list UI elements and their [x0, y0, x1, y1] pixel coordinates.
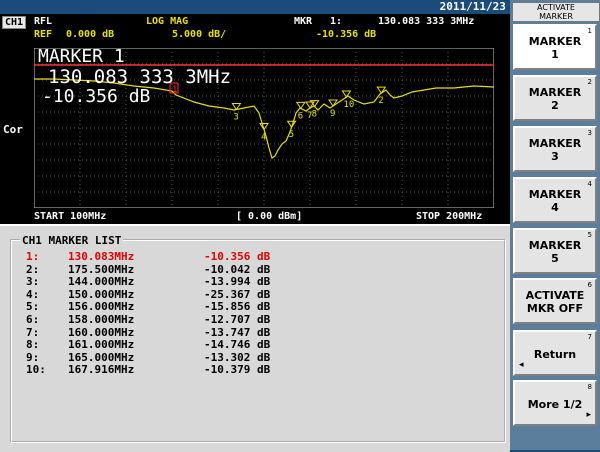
- marker-index: 9:: [26, 350, 40, 364]
- marker-value-big: -10.356 dB: [42, 86, 151, 107]
- softkey-5[interactable]: MARKER 5 5: [513, 228, 597, 274]
- trace-marker-label: 3: [233, 113, 238, 123]
- marker-value: -10.379 dB: [204, 363, 271, 377]
- marker-index: 7:: [26, 325, 40, 339]
- marker-frequency: 130.083MHz: [68, 250, 135, 263]
- marker-frequency: 156.000MHz: [68, 300, 135, 314]
- softkey-4[interactable]: MARKER 4 4: [513, 177, 597, 223]
- trace-marker-label: 8: [312, 110, 317, 120]
- marker-value-readout: -10.356 dB: [316, 29, 377, 40]
- softkey-6[interactable]: ACTIVATE MKR OFF 6: [513, 278, 597, 324]
- marker-frequency: 150.000MHz: [68, 287, 135, 301]
- marker-index: 10:: [26, 363, 46, 377]
- marker-frequency: 144.000MHz: [68, 275, 135, 289]
- softkey-menu-title-line1: ACTIVATE: [537, 3, 575, 12]
- softkey-number: 5: [587, 231, 592, 239]
- channel-tab[interactable]: CH1: [2, 16, 27, 29]
- softkey-label: MARKER 1: [528, 35, 582, 61]
- marker-value: -12.707 dB: [204, 313, 271, 326]
- marker-frequency: 175.500MHz: [68, 262, 135, 276]
- marker-value: -10.042 dB: [204, 262, 271, 276]
- softkey-number: 6: [587, 281, 592, 289]
- power-level: [ 0.00 dBm]: [236, 211, 303, 222]
- marker-index: 5:: [26, 300, 40, 314]
- trace-marker-label: 6: [298, 111, 303, 121]
- marker-index: 2:: [26, 262, 40, 276]
- softkey-menu-title-line2: MARKER: [539, 12, 573, 21]
- stop-frequency: STOP 200MHz: [416, 211, 483, 222]
- marker-label: MKR: [294, 16, 313, 27]
- softkey-label: MARKER 3: [528, 137, 582, 163]
- softkey-number: 4: [587, 180, 592, 188]
- trace-marker-label: 10: [343, 100, 354, 110]
- trace-marker-label: 5: [289, 130, 294, 140]
- marker-index: 8:: [26, 338, 40, 352]
- marker-frequency: 160.000MHz: [68, 325, 135, 339]
- softkey-number: 7: [587, 333, 592, 341]
- trace-marker-label: 4: [261, 133, 266, 143]
- softkey-label: Return: [533, 348, 577, 361]
- softkey-label: MARKER 2: [528, 86, 582, 112]
- softkey-1[interactable]: MARKER 1 1: [513, 24, 597, 70]
- status-strip: [0, 0, 510, 14]
- marker-frequency: 167.916MHz: [68, 363, 135, 377]
- softkey-3[interactable]: MARKER 3 3: [513, 126, 597, 172]
- marker-value: -13.994 dB: [204, 275, 271, 289]
- marker-frequency-big: 130.083 333 3MHz: [48, 66, 232, 88]
- softkey-label: MARKER 4: [528, 188, 582, 214]
- back-arrow-icon: ◂: [519, 360, 524, 370]
- marker-frequency: 165.000MHz: [68, 350, 135, 364]
- start-frequency: START 100MHz: [34, 211, 107, 222]
- marker-list-title: CH1 MARKER LIST: [20, 234, 124, 247]
- marker-frequency: 161.000MHz: [68, 338, 135, 352]
- marker-index: 6:: [26, 313, 40, 326]
- softkey-label: More 1/2: [527, 398, 583, 411]
- scale-type-label: LOG MAG: [146, 16, 189, 27]
- softkey-number: 1: [587, 27, 592, 35]
- marker-frequency-readout: 130.083 333 3MHz: [378, 16, 475, 27]
- softkey-number: 3: [587, 129, 592, 137]
- ref-value: 0.000 dB: [66, 29, 115, 40]
- marker-value: -15.856 dB: [204, 300, 271, 314]
- marker-value: -25.367 dB: [204, 287, 271, 301]
- correction-indicator: Cor: [3, 123, 23, 136]
- softkey-label: MARKER 5: [528, 239, 582, 265]
- softkey-7[interactable]: Return 7 ◂: [513, 330, 597, 376]
- ref-label: REF: [34, 29, 53, 40]
- trace-marker-label: 2: [378, 96, 383, 106]
- marker-value: -13.302 dB: [204, 350, 271, 364]
- softkey-number: 8: [587, 383, 592, 391]
- softkey-number: 2: [587, 78, 592, 86]
- trace-marker-label: 9: [330, 109, 335, 119]
- marker-number: 1:: [330, 16, 343, 27]
- marker-frequency: 158.000MHz: [68, 313, 135, 326]
- softkey-label: ACTIVATE MKR OFF: [525, 289, 585, 315]
- softkey-8[interactable]: More 1/2 8 ▸: [513, 380, 597, 426]
- marker-index: 3:: [26, 275, 40, 289]
- format-label: RFL: [34, 16, 53, 27]
- marker-value: -10.356 dB: [204, 250, 271, 263]
- marker-value: -14.746 dB: [204, 338, 271, 352]
- marker-index: 1:: [26, 250, 40, 263]
- more-arrow-icon: ▸: [586, 410, 591, 420]
- marker-title-big: MARKER 1: [38, 46, 125, 67]
- softkey-2[interactable]: MARKER 2 2: [513, 75, 597, 121]
- scale-value: 5.000 dB/: [172, 29, 227, 40]
- softkey-menu-title: ACTIVATE MARKER: [512, 2, 600, 22]
- marker-index: 4:: [26, 287, 40, 301]
- marker-value: -13.747 dB: [204, 325, 271, 339]
